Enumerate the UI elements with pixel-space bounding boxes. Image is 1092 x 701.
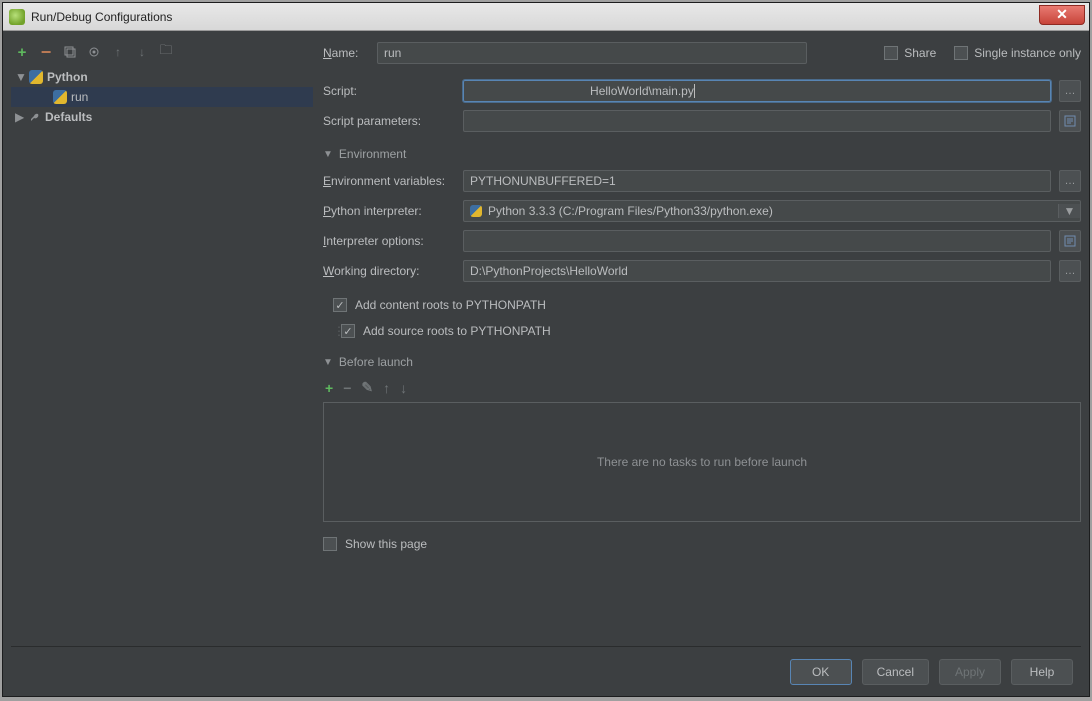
python-icon <box>53 90 67 104</box>
expand-icon[interactable]: ▶ <box>15 110 25 124</box>
checkbox-label: Add content roots to PYTHONPATH <box>355 298 546 312</box>
interpreter-label: Python interpreter: <box>323 204 455 218</box>
window-title: Run/Debug Configurations <box>31 10 172 24</box>
add-source-roots-checkbox[interactable]: ⋮⋮ Add source roots to PYTHONPATH <box>323 319 1081 343</box>
environment-section[interactable]: ▼ Environment <box>323 147 1081 161</box>
checkbox-icon <box>954 46 968 60</box>
python-icon <box>470 205 482 217</box>
checkbox-icon <box>333 298 347 312</box>
checkbox-label: Show this page <box>345 537 427 551</box>
interpreter-dropdown[interactable]: Python 3.3.3 (C:/Program Files/Python33/… <box>463 200 1081 222</box>
sidebar-toolbar: + − ↑ ↓ 🗀 <box>11 39 313 65</box>
collapse-icon: ▼ <box>323 357 333 368</box>
chevron-down-icon: ▼ <box>1058 204 1080 218</box>
single-instance-label: Single instance only <box>974 46 1081 60</box>
ok-button[interactable]: OK <box>790 659 852 685</box>
share-checkbox[interactable]: Share <box>884 46 936 60</box>
config-tree[interactable]: ▼ Python run ▶ Defaults <box>11 65 313 638</box>
interp-opts-input[interactable] <box>463 230 1051 252</box>
copy-config-icon[interactable] <box>63 45 77 59</box>
tree-node-python[interactable]: ▼ Python <box>11 67 313 87</box>
tree-node-label: run <box>71 90 88 104</box>
checkbox-icon <box>884 46 898 60</box>
settings-icon[interactable] <box>87 45 101 59</box>
form-panel: Name: run Share Single instance only <box>323 39 1081 638</box>
script-params-input[interactable] <box>463 110 1051 132</box>
apply-button[interactable]: Apply <box>939 659 1001 685</box>
name-label: Name: <box>323 46 369 60</box>
env-vars-label: Environment variables: <box>323 174 455 188</box>
script-params-label: Script parameters: <box>323 114 455 128</box>
show-this-page-checkbox[interactable]: Show this page <box>323 532 1081 556</box>
name-input[interactable]: run <box>377 42 807 64</box>
titlebar: Run/Debug Configurations ✕ <box>3 3 1089 31</box>
cancel-button[interactable]: Cancel <box>862 659 929 685</box>
browse-env-button[interactable]: … <box>1059 170 1081 192</box>
expand-icon[interactable]: ▼ <box>15 70 25 84</box>
working-dir-input[interactable]: D:\PythonProjects\HelloWorld <box>463 260 1051 282</box>
single-instance-checkbox[interactable]: Single instance only <box>954 46 1081 60</box>
script-label: Script: <box>323 84 455 98</box>
move-down-icon[interactable]: ↓ <box>400 380 407 396</box>
move-up-icon[interactable]: ↑ <box>383 380 390 396</box>
dialog-window: Run/Debug Configurations ✕ + − ↑ ↓ 🗀 ▼ <box>2 2 1090 697</box>
move-down-icon[interactable]: ↓ <box>135 45 149 59</box>
share-label: Share <box>904 46 936 60</box>
checkbox-icon <box>341 324 355 338</box>
tree-node-run[interactable]: run <box>11 87 313 107</box>
before-launch-toolbar: + − ✎ ↑ ↓ <box>323 375 1081 400</box>
before-launch-list: There are no tasks to run before launch <box>323 402 1081 522</box>
app-icon <box>9 9 25 25</box>
script-input[interactable]: HelloWorld\main.py <box>463 80 1051 102</box>
tree-node-label: Defaults <box>45 110 92 124</box>
section-label: Before launch <box>339 355 413 369</box>
move-up-icon[interactable]: ↑ <box>111 45 125 59</box>
remove-task-icon[interactable]: − <box>343 380 351 396</box>
folder-icon[interactable]: 🗀 <box>159 45 173 59</box>
working-dir-label: Working directory: <box>323 264 455 278</box>
checkbox-label: Add source roots to PYTHONPATH <box>363 324 551 338</box>
add-config-icon[interactable]: + <box>15 45 29 59</box>
checkbox-icon <box>323 537 337 551</box>
remove-config-icon[interactable]: − <box>39 45 53 59</box>
add-content-roots-checkbox[interactable]: Add content roots to PYTHONPATH <box>323 293 1081 317</box>
expand-params-button[interactable] <box>1059 110 1081 132</box>
edit-task-icon[interactable]: ✎ <box>361 379 373 396</box>
python-icon <box>29 70 43 84</box>
empty-tasks-text: There are no tasks to run before launch <box>597 455 807 469</box>
tree-node-defaults[interactable]: ▶ Defaults <box>11 107 313 127</box>
collapse-icon: ▼ <box>323 149 333 160</box>
drag-handle-icon: ⋮⋮ <box>333 324 339 338</box>
help-button[interactable]: Help <box>1011 659 1073 685</box>
wrench-icon <box>29 111 41 123</box>
browse-workdir-button[interactable]: … <box>1059 260 1081 282</box>
add-task-icon[interactable]: + <box>325 380 333 396</box>
browse-script-button[interactable]: … <box>1059 80 1081 102</box>
dialog-footer: OK Cancel Apply Help <box>11 646 1081 696</box>
close-button[interactable]: ✕ <box>1039 5 1085 25</box>
tree-node-label: Python <box>47 70 88 84</box>
before-launch-section[interactable]: ▼ Before launch <box>323 355 1081 369</box>
env-vars-input[interactable]: PYTHONUNBUFFERED=1 <box>463 170 1051 192</box>
sidebar: + − ↑ ↓ 🗀 ▼ Python run <box>11 39 313 638</box>
section-label: Environment <box>339 147 406 161</box>
interp-opts-label: Interpreter options: <box>323 234 455 248</box>
expand-opts-button[interactable] <box>1059 230 1081 252</box>
